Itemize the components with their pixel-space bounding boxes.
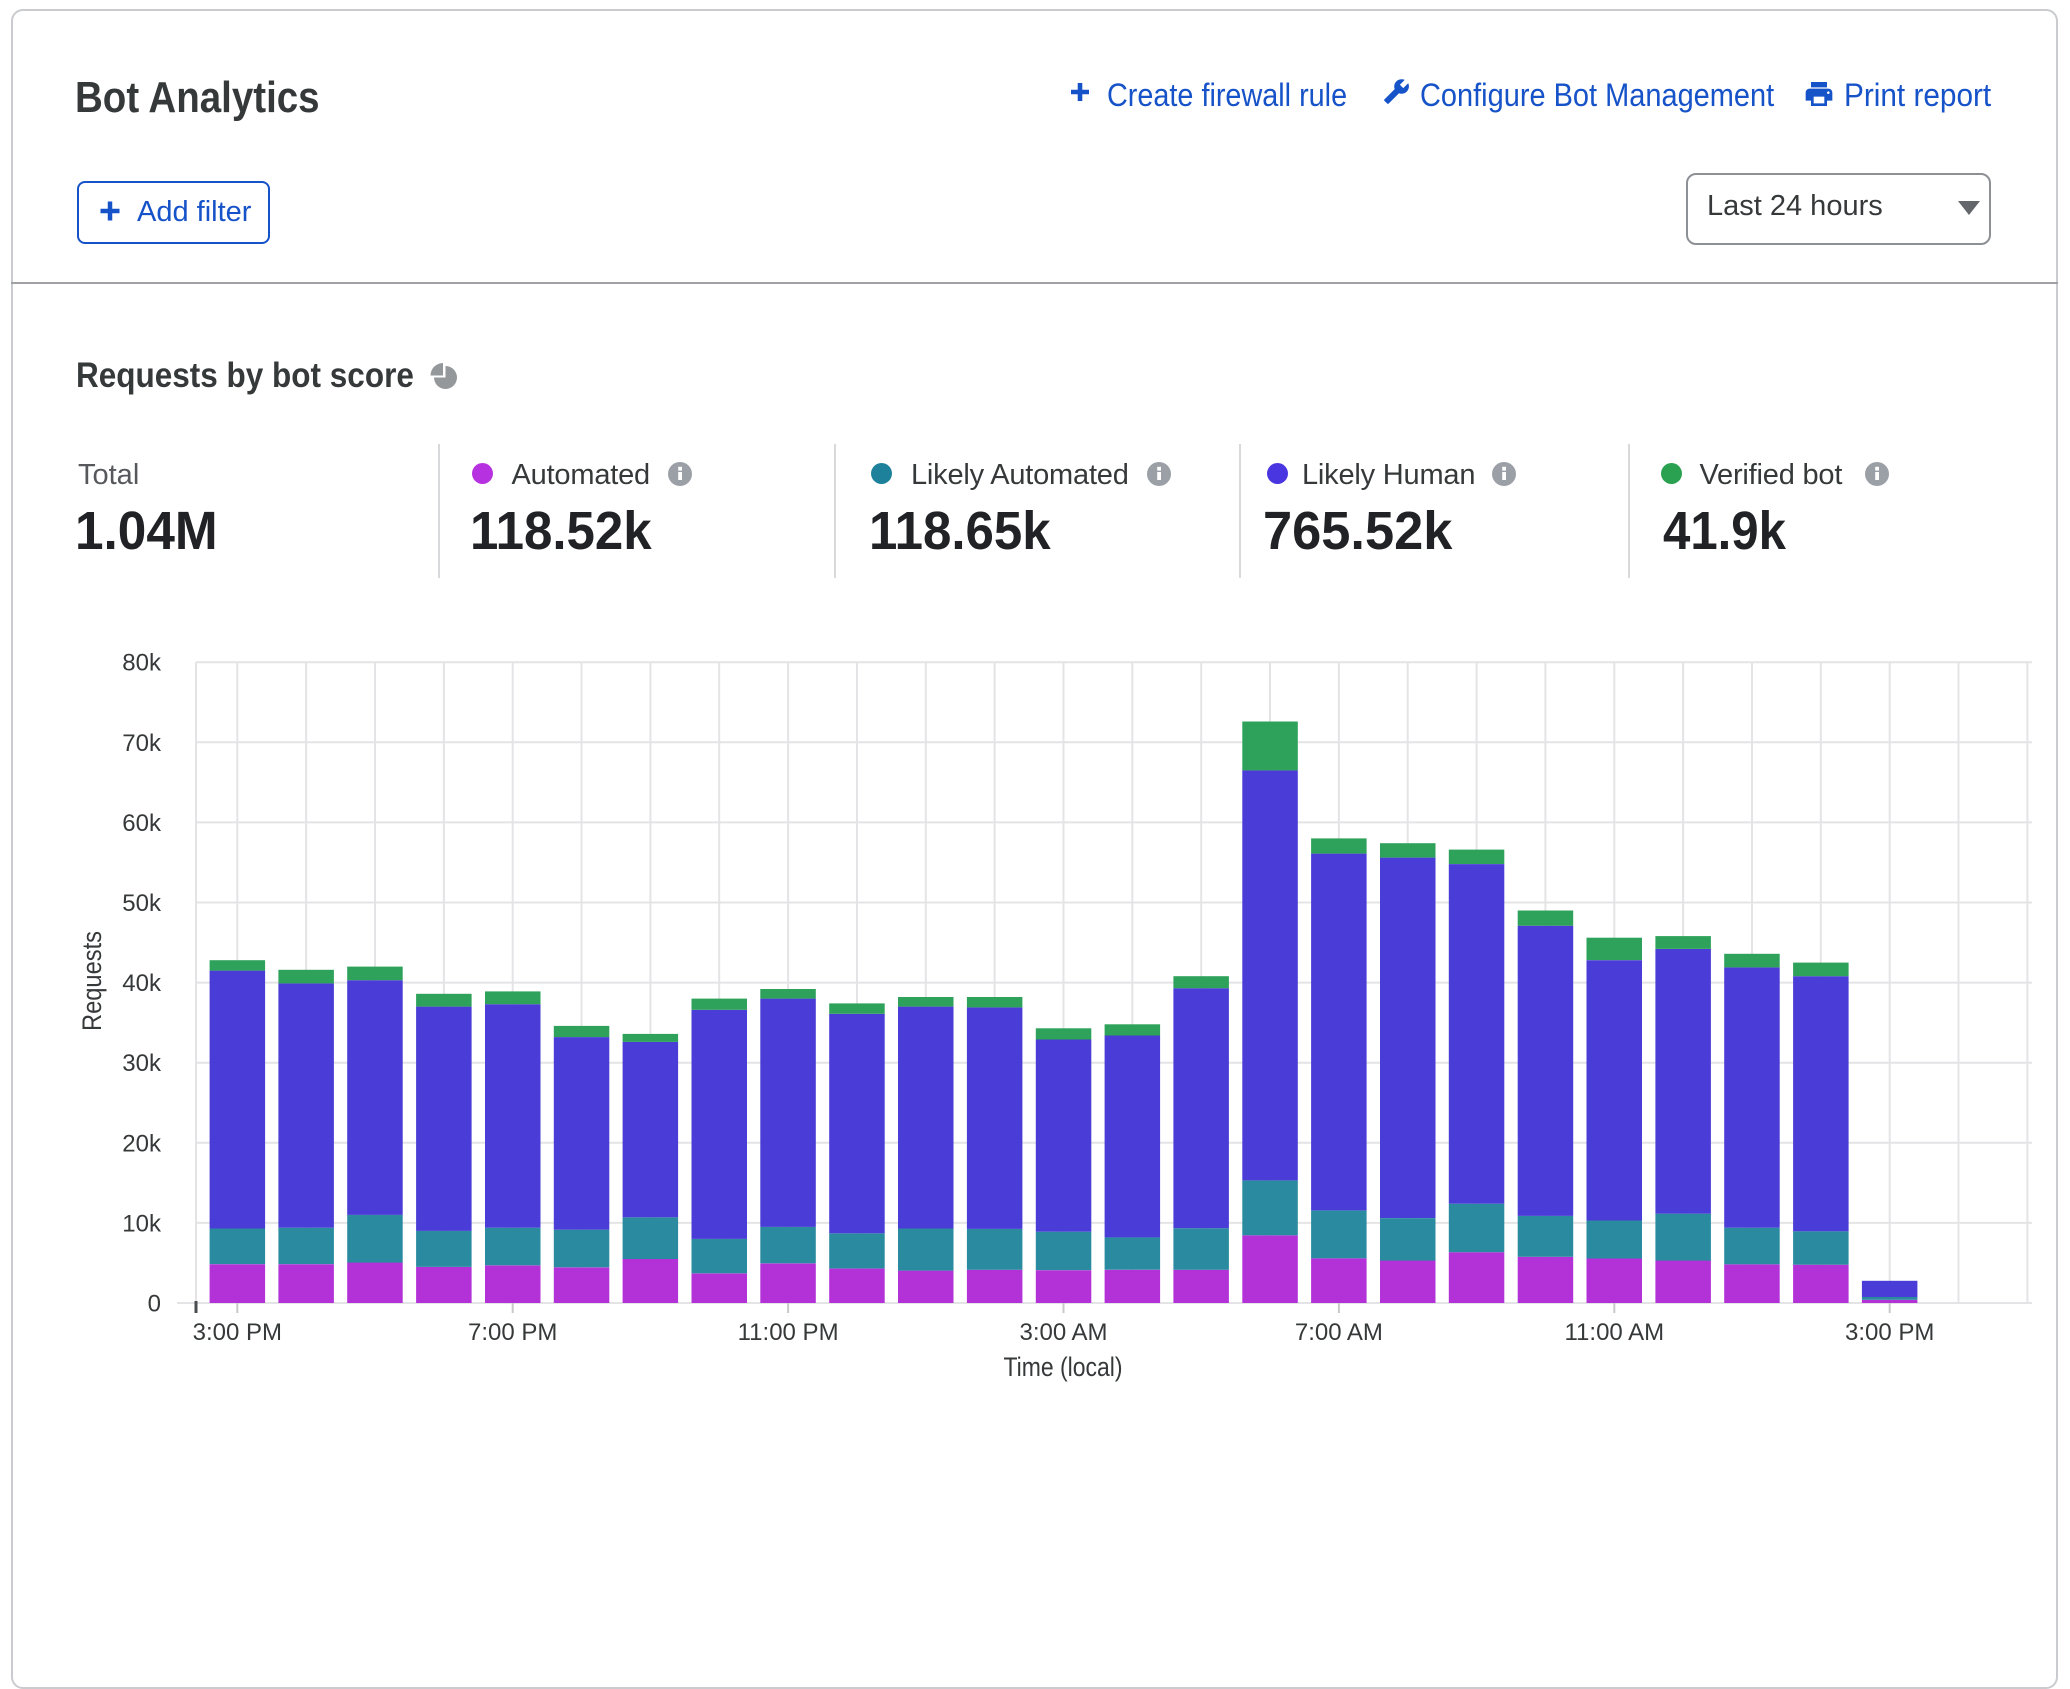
- svg-text:Time (local): Time (local): [1004, 1352, 1123, 1382]
- svg-text:3:00 PM: 3:00 PM: [1845, 1319, 1934, 1346]
- svg-text:10k: 10k: [122, 1210, 162, 1237]
- svg-text:7:00 PM: 7:00 PM: [468, 1319, 557, 1346]
- svg-text:40k: 40k: [122, 970, 162, 997]
- svg-text:7:00 AM: 7:00 AM: [1295, 1319, 1383, 1346]
- svg-text:70k: 70k: [122, 730, 162, 757]
- svg-text:30k: 30k: [122, 1050, 162, 1077]
- svg-text:11:00 PM: 11:00 PM: [738, 1319, 839, 1346]
- svg-text:80k: 80k: [122, 650, 162, 677]
- svg-text:60k: 60k: [122, 810, 162, 837]
- svg-text:0: 0: [148, 1291, 161, 1318]
- svg-text:50k: 50k: [122, 890, 162, 917]
- svg-text:3:00 PM: 3:00 PM: [193, 1319, 282, 1346]
- svg-text:3:00 AM: 3:00 AM: [1019, 1319, 1107, 1346]
- svg-text:11:00 AM: 11:00 AM: [1564, 1319, 1664, 1346]
- svg-text:20k: 20k: [122, 1130, 162, 1157]
- svg-text:Requests: Requests: [77, 931, 107, 1031]
